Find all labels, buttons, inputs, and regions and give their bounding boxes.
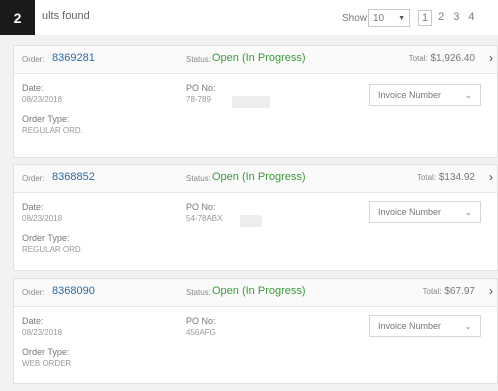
order-total: Total: $1,926.40 (409, 53, 475, 64)
order-label: Order: (22, 288, 45, 297)
date-value: 08/23/2018 (22, 214, 63, 223)
order-number-link[interactable]: 8368852 (52, 171, 95, 183)
pagination: 1 2 3 4 (418, 10, 478, 26)
order-number-link[interactable]: 8369281 (52, 52, 95, 64)
status-label: Status: (186, 288, 211, 297)
order-label: Order: (22, 55, 45, 64)
status-value: Open (In Progress) (212, 171, 306, 183)
chevron-down-icon: ⌄ (464, 89, 472, 100)
page-link-2[interactable]: 2 (435, 10, 447, 26)
order-type-label: Order Type: (22, 114, 70, 124)
po-value: 54-78ABX (186, 214, 223, 223)
total-value: $67.97 (444, 286, 475, 297)
page-link-3[interactable]: 3 (450, 10, 462, 26)
order-card: Order: 8368090 Status: Open (In Progress… (13, 278, 498, 384)
order-card-header: Order: 8368090 Status: Open (In Progress… (14, 279, 497, 307)
po-label: PO No: (186, 316, 216, 326)
invoice-select-label: Invoice Number (378, 321, 442, 331)
status-value: Open (In Progress) (212, 52, 306, 64)
order-type-value: REGULAR ORD. (22, 126, 83, 135)
invoice-select-label: Invoice Number (378, 207, 442, 217)
date-label: Date: (22, 83, 44, 93)
redacted-block (232, 96, 270, 108)
total-value: $134.92 (438, 172, 475, 183)
status-label: Status: (186, 174, 211, 183)
show-label: Show: (342, 13, 370, 24)
po-label: PO No: (186, 83, 216, 93)
invoice-select-label: Invoice Number (378, 90, 442, 100)
step-badge: 2 (0, 0, 35, 35)
total-value: $1,926.40 (430, 53, 476, 64)
page-size-select[interactable]: 10 ▼ (368, 9, 410, 27)
order-number-link[interactable]: 8368090 (52, 285, 95, 297)
order-type-label: Order Type: (22, 233, 70, 243)
order-list-panel: ults found Show: 10 ▼ 1 2 3 4 2 Order: 8… (0, 0, 498, 391)
order-type-label: Order Type: (22, 347, 70, 357)
redacted-block (240, 215, 262, 227)
po-value: 456AFG (186, 328, 216, 337)
invoice-number-select[interactable]: Invoice Number ⌄ (369, 84, 481, 106)
date-label: Date: (22, 202, 44, 212)
chevron-right-icon[interactable]: › (489, 51, 493, 65)
total-label: Total: (416, 173, 437, 182)
chevron-down-icon: ▼ (398, 14, 405, 22)
page-size-value: 10 (373, 12, 385, 24)
order-type-value: WEB ORDER (22, 359, 72, 368)
order-card-header: Order: 8368852 Status: Open (In Progress… (14, 165, 497, 193)
order-type-value: REGULAR ORD. (22, 245, 83, 254)
total-label: Total: (422, 287, 442, 296)
po-value: 78-789 (186, 95, 211, 104)
status-value: Open (In Progress) (212, 285, 306, 297)
date-value: 08/23/2018 (22, 328, 63, 337)
page-link-1[interactable]: 1 (418, 10, 433, 26)
order-card-header: Order: 8369281 Status: Open (In Progress… (14, 46, 497, 74)
chevron-right-icon[interactable]: › (489, 170, 493, 184)
page-link-4[interactable]: 4 (465, 10, 477, 26)
results-count-text: ults found (42, 10, 90, 22)
chevron-down-icon: ⌄ (464, 206, 472, 217)
chevron-down-icon: ⌄ (464, 320, 472, 331)
order-total: Total: $134.92 (417, 172, 475, 183)
total-label: Total: (408, 54, 428, 63)
order-total: Total: $67.97 (423, 286, 476, 297)
po-label: PO No: (186, 202, 216, 212)
chevron-right-icon[interactable]: › (489, 284, 493, 298)
order-label: Order: (22, 174, 45, 183)
invoice-number-select[interactable]: Invoice Number ⌄ (369, 315, 481, 337)
order-card: Order: 8368852 Status: Open (In Progress… (13, 164, 498, 271)
invoice-number-select[interactable]: Invoice Number ⌄ (369, 201, 481, 223)
results-toolbar: ults found Show: 10 ▼ 1 2 3 4 (0, 0, 498, 35)
status-label: Status: (186, 55, 211, 64)
date-label: Date: (22, 316, 44, 326)
order-card: Order: 8369281 Status: Open (In Progress… (13, 45, 498, 158)
date-value: 08/23/2018 (22, 95, 63, 104)
